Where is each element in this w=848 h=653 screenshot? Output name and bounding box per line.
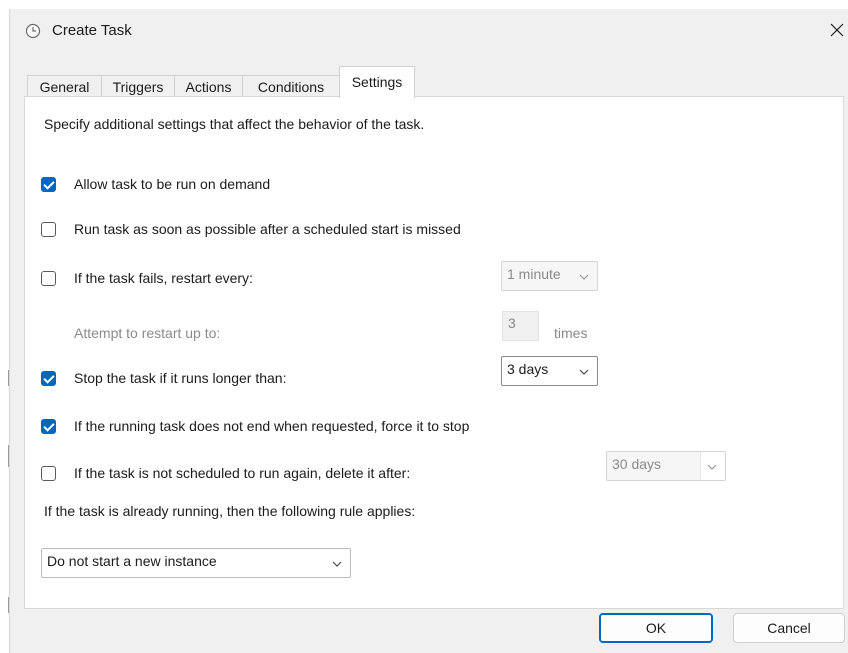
rule-label: If the task is already running, then the… — [44, 503, 416, 519]
tab-general[interactable]: General — [27, 75, 102, 98]
chevron-down-icon — [332, 561, 342, 567]
create-task-dialog: Create Task General Triggers Actions Con… — [9, 9, 848, 653]
delete-after-checkbox[interactable] — [41, 465, 56, 481]
force-stop-label: If the running task does not end when re… — [74, 418, 470, 434]
restart-attempts-value: 3 — [508, 315, 516, 331]
allow-on-demand-option[interactable]: Allow task to be run on demand — [41, 173, 270, 195]
clock-icon — [25, 23, 41, 39]
tab-actions[interactable]: Actions — [174, 75, 243, 98]
instance-rule-value: Do not start a new instance — [47, 553, 217, 569]
restart-interval-select[interactable]: 1 minute — [501, 261, 598, 291]
stop-duration-select[interactable]: 3 days — [501, 356, 598, 386]
tab-conditions[interactable]: Conditions — [242, 75, 340, 98]
run-asap-checkbox[interactable] — [41, 221, 56, 237]
stop-if-longer-option[interactable]: Stop the task if it runs longer than: — [41, 367, 286, 389]
restart-attempts-input[interactable]: 3 — [502, 311, 539, 341]
restart-every-checkbox[interactable] — [41, 270, 56, 286]
stop-if-longer-label: Stop the task if it runs longer than: — [74, 370, 287, 386]
chevron-down-icon — [707, 464, 717, 470]
cancel-button[interactable]: Cancel — [733, 613, 845, 643]
delete-after-value: 30 days — [612, 456, 662, 472]
allow-on-demand-checkbox[interactable] — [41, 176, 56, 192]
instance-rule-select[interactable]: Do not start a new instance — [41, 548, 351, 578]
chevron-down-icon — [579, 369, 589, 375]
allow-on-demand-label: Allow task to be run on demand — [74, 176, 271, 192]
ok-button[interactable]: OK — [599, 613, 713, 643]
delete-after-select[interactable]: 30 days — [606, 451, 726, 481]
tab-settings[interactable]: Settings — [339, 66, 415, 98]
run-asap-label: Run task as soon as possible after a sch… — [74, 221, 461, 237]
restart-attempts-label: Attempt to restart up to: — [74, 325, 221, 341]
tab-triggers[interactable]: Triggers — [101, 75, 175, 98]
rule-label-row: If the task is already running, then the… — [44, 500, 415, 522]
run-asap-option[interactable]: Run task as soon as possible after a sch… — [41, 218, 461, 240]
restart-every-option[interactable]: If the task fails, restart every: — [41, 267, 253, 289]
restart-every-label: If the task fails, restart every: — [74, 270, 253, 286]
restart-attempts-unit: times — [554, 322, 587, 344]
stop-if-longer-checkbox[interactable] — [41, 370, 56, 386]
force-stop-option[interactable]: If the running task does not end when re… — [41, 415, 469, 437]
close-button[interactable] — [824, 17, 848, 43]
settings-panel: Specify additional settings that affect … — [24, 96, 844, 609]
delete-after-option[interactable]: If the task is not scheduled to run agai… — [41, 462, 410, 484]
force-stop-checkbox[interactable] — [41, 418, 56, 434]
times-label: times — [554, 325, 588, 341]
settings-intro: Specify additional settings that affect … — [44, 116, 425, 132]
stop-duration-value: 3 days — [507, 361, 549, 377]
restart-interval-value: 1 minute — [507, 266, 561, 282]
delete-after-label: If the task is not scheduled to run agai… — [74, 465, 411, 481]
restart-attempts-row: Attempt to restart up to: — [74, 322, 220, 344]
title-bar: Create Task — [10, 9, 848, 53]
close-icon — [830, 23, 844, 37]
window-title: Create Task — [52, 22, 132, 39]
chevron-down-icon — [579, 274, 589, 280]
